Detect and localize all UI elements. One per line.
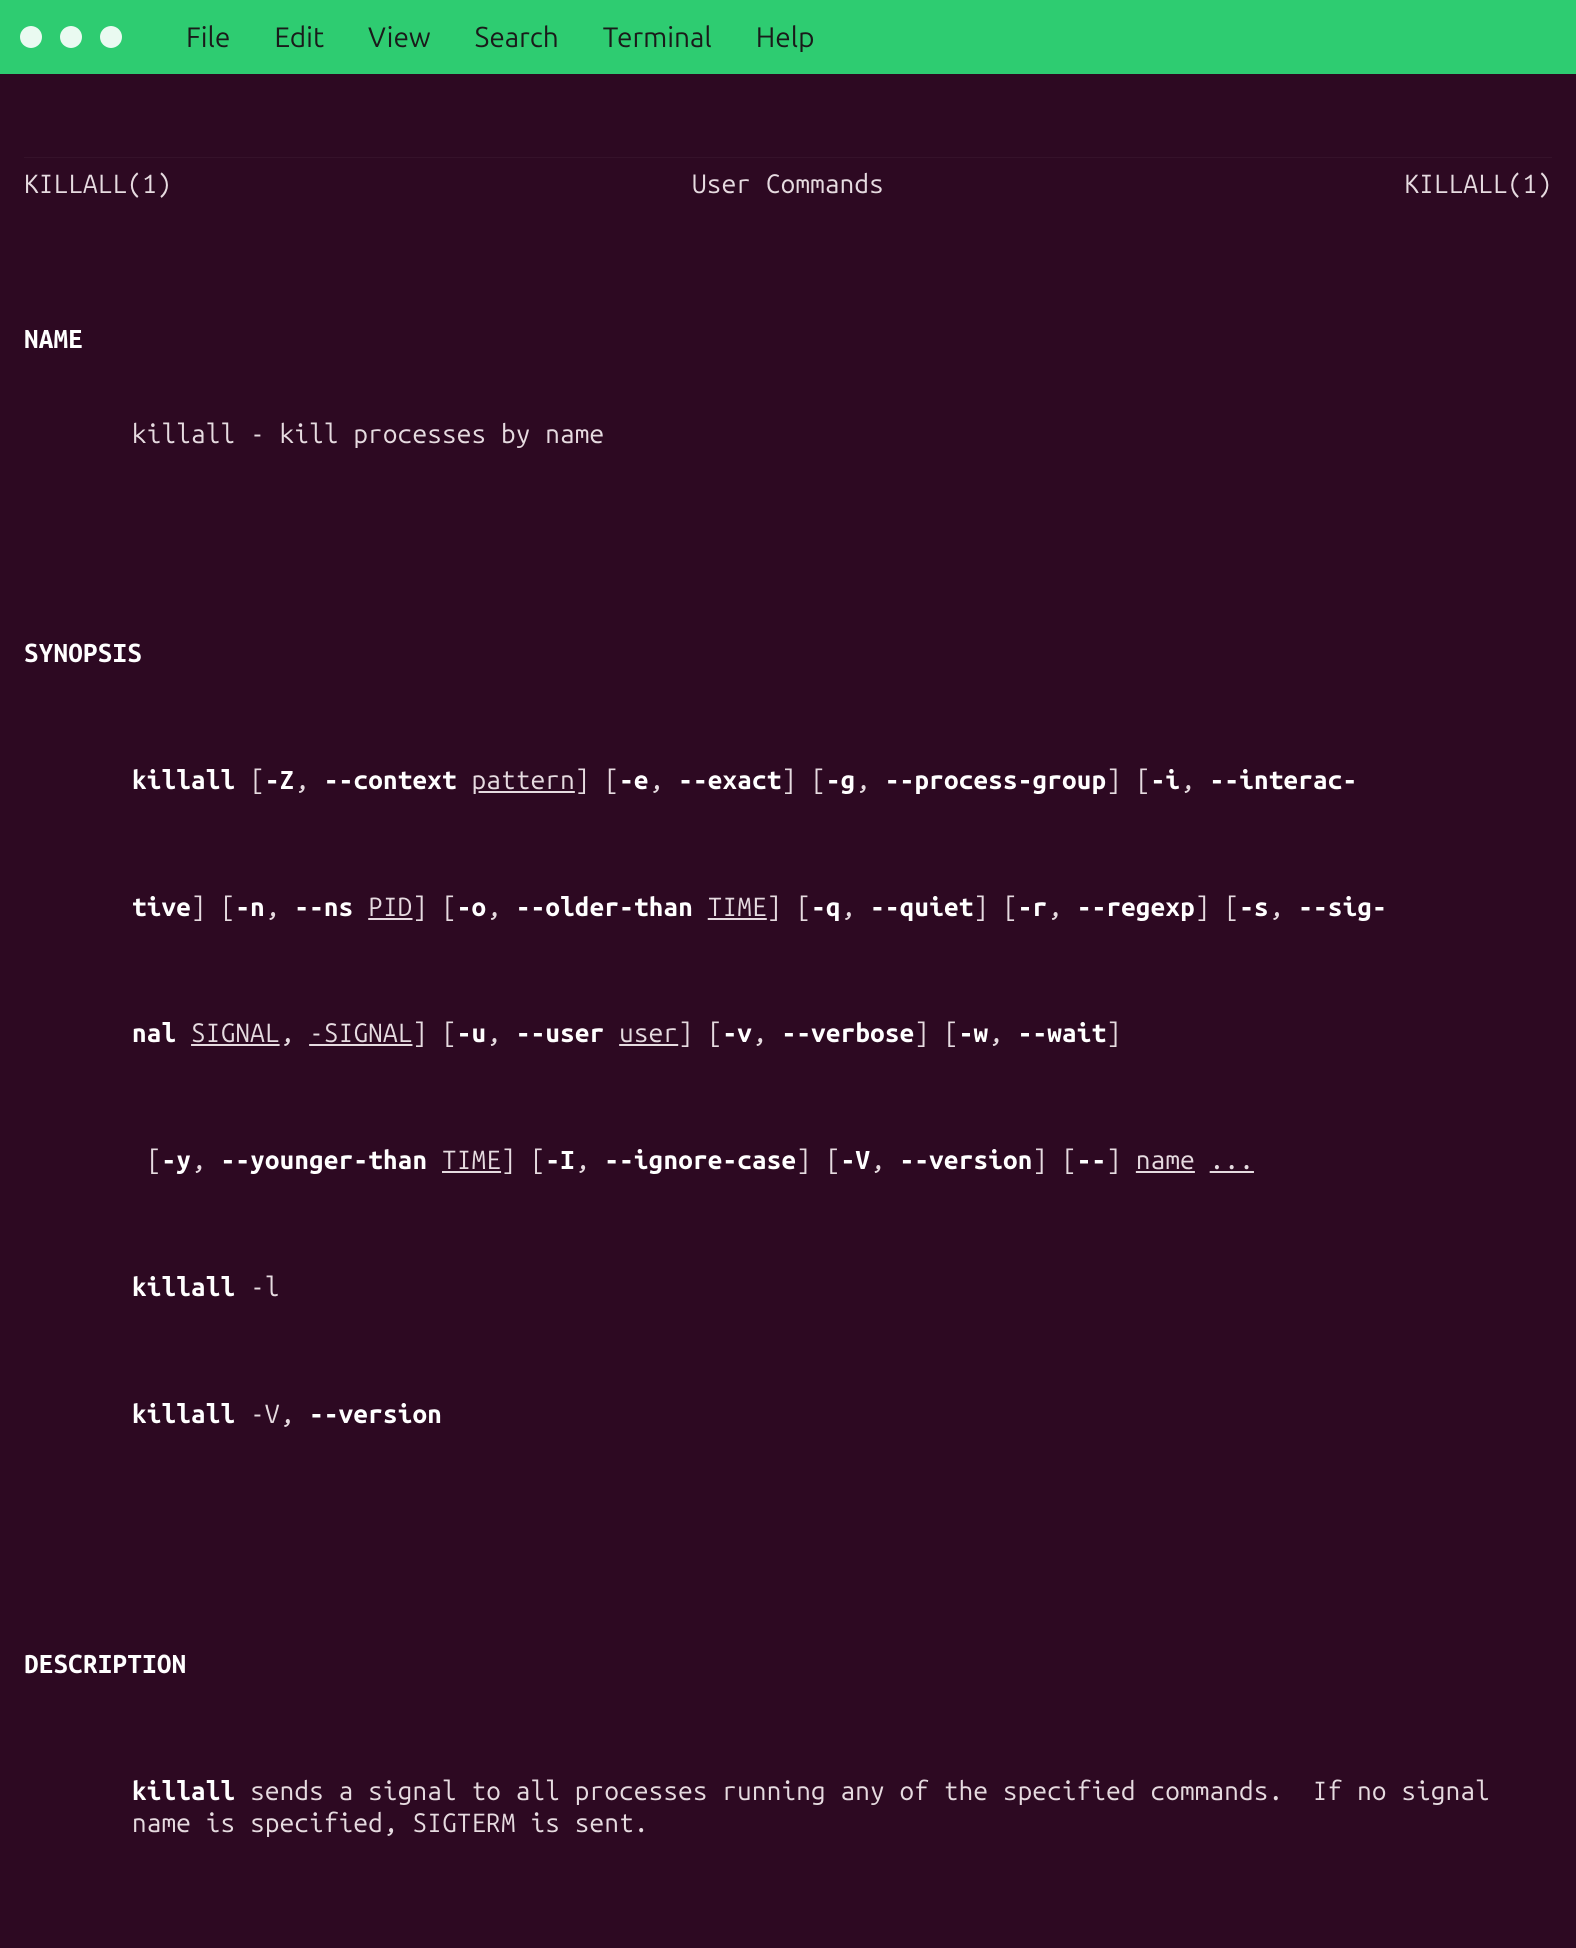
synopsis-line-3: nal SIGNAL, -SIGNAL] [-u, --user user] [… xyxy=(24,1017,1552,1049)
section-synopsis-head: SYNOPSIS xyxy=(24,637,1552,669)
section-description-head: DESCRIPTION xyxy=(24,1648,1552,1680)
window-maximize-icon[interactable] xyxy=(100,26,122,48)
synopsis-line-6: killall -V, --version xyxy=(24,1398,1552,1430)
manpage-header-left: KILLALL(1) xyxy=(24,168,172,200)
menu-file[interactable]: File xyxy=(178,18,238,57)
menu-terminal[interactable]: Terminal xyxy=(595,18,720,57)
menu-edit[interactable]: Edit xyxy=(266,18,332,57)
menu-help[interactable]: Help xyxy=(748,18,823,57)
synopsis-line-2: tive] [-n, --ns PID] [-o, --older-than T… xyxy=(24,891,1552,923)
section-name-body: killall - kill processes by name xyxy=(24,418,1552,450)
manpage-header-right: KILLALL(1) xyxy=(1404,168,1552,200)
section-name-head: NAME xyxy=(24,323,1552,355)
description-para-1: killall sends a signal to all processes … xyxy=(24,1775,1552,1838)
window-controls xyxy=(20,26,122,48)
terminal-viewport[interactable]: KILLALL(1) User Commands KILLALL(1) NAME… xyxy=(0,74,1576,1948)
manpage-header: KILLALL(1) User Commands KILLALL(1) xyxy=(24,157,1552,200)
menu-search[interactable]: Search xyxy=(467,18,567,57)
menu-view[interactable]: View xyxy=(360,18,439,57)
synopsis-line-1: killall [-Z, --context pattern] [-e, --e… xyxy=(24,764,1552,796)
manpage-header-center: User Commands xyxy=(692,168,884,200)
synopsis-line-5: killall -l xyxy=(24,1271,1552,1303)
titlebar: File Edit View Search Terminal Help xyxy=(0,0,1576,74)
window-minimize-icon[interactable] xyxy=(60,26,82,48)
synopsis-line-4: [-y, --younger-than TIME] [-I, --ignore-… xyxy=(24,1144,1552,1176)
window-close-icon[interactable] xyxy=(20,26,42,48)
